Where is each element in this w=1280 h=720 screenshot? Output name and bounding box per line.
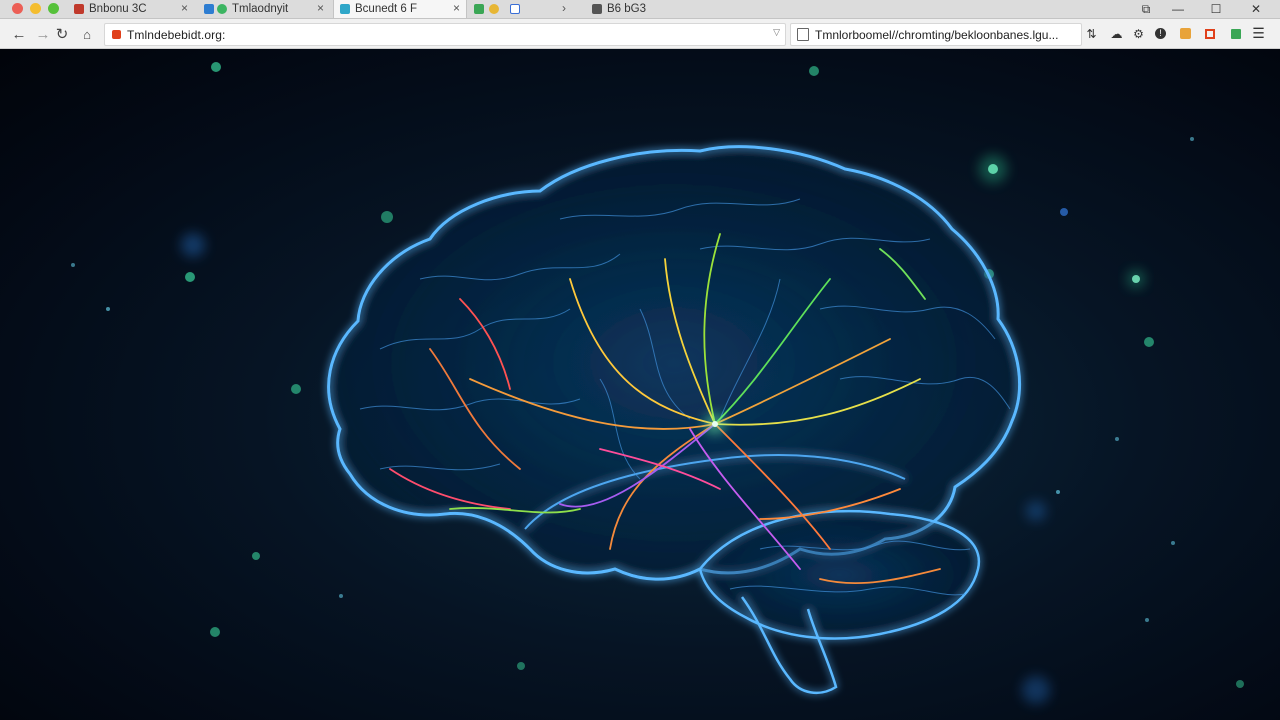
tab-label: Bcunedt 6 F bbox=[355, 3, 418, 15]
close-window-button[interactable] bbox=[12, 3, 23, 14]
extension-green-icon[interactable] bbox=[1227, 25, 1244, 42]
tab-favicon-icon bbox=[592, 4, 602, 14]
tab-label: Bnbonu 3C bbox=[89, 3, 147, 15]
brain-silhouette bbox=[327, 145, 1022, 695]
tab-label: B6 bG3 bbox=[607, 3, 646, 15]
extension-puzzle-icon[interactable] bbox=[1177, 25, 1194, 42]
extension-icon bbox=[489, 4, 499, 14]
browser-toolbar: ← → ↻ ⌂ Tmlndebebidt.org: ▽ Tmnlorboomel… bbox=[0, 19, 1280, 49]
forward-icon[interactable]: → bbox=[33, 24, 53, 44]
brain-icon bbox=[71, 62, 1244, 704]
tab-close-icon[interactable]: › bbox=[562, 1, 566, 15]
restore-icon[interactable]: ⧉ bbox=[1133, 0, 1159, 18]
tab-close-icon[interactable]: × bbox=[453, 1, 460, 15]
tab-5[interactable]: B6 bG3 bbox=[592, 0, 712, 18]
settings-gear-icon[interactable]: ⚙ bbox=[1130, 25, 1147, 42]
maximize-icon[interactable]: ☐ bbox=[1203, 0, 1229, 18]
tab-favicon-icon bbox=[474, 4, 484, 14]
dropdown-icon[interactable]: ▽ bbox=[773, 27, 780, 38]
tab-favicon-icon bbox=[74, 4, 84, 14]
tab-favicon-icon bbox=[204, 4, 214, 14]
cloud-icon[interactable]: ☁ bbox=[1108, 25, 1125, 42]
tab-label: Tmlaodnyit bbox=[232, 3, 289, 15]
minimize-window-button[interactable] bbox=[30, 3, 41, 14]
zoom-window-button[interactable] bbox=[48, 3, 59, 14]
translate-icon[interactable]: ⇅ bbox=[1083, 25, 1100, 42]
extension-icon bbox=[510, 4, 520, 14]
tab-strip: Bnbonu 3C × Tmlaodnyit × Bcunedt 6 F × ›… bbox=[0, 0, 1280, 19]
page-icon bbox=[797, 28, 809, 41]
reload-icon[interactable]: ↻ bbox=[52, 24, 72, 44]
minimize-icon[interactable]: — bbox=[1165, 0, 1191, 18]
site-favicon-icon bbox=[112, 30, 121, 39]
close-icon[interactable]: ✕ bbox=[1243, 0, 1269, 18]
tab-close-icon[interactable]: × bbox=[317, 1, 324, 15]
address-bar[interactable]: Tmlndebebidt.org: ▽ bbox=[104, 23, 786, 46]
secondary-address-field[interactable]: Tmnlorboomel//chromting/bekloonbanes.lgu… bbox=[790, 23, 1082, 46]
menu-icon[interactable]: ☰ bbox=[1250, 25, 1267, 42]
bookmark-icon[interactable] bbox=[1201, 25, 1218, 42]
tab-close-icon[interactable]: × bbox=[181, 1, 188, 15]
page-content bbox=[0, 49, 1280, 720]
back-icon[interactable]: ← bbox=[9, 24, 29, 44]
tab-2[interactable]: Tmlaodnyit × bbox=[204, 0, 330, 18]
whatsapp-icon bbox=[217, 4, 227, 14]
tab-3-active[interactable]: Bcunedt 6 F × bbox=[333, 0, 467, 18]
tab-4[interactable]: › bbox=[470, 0, 580, 18]
tab-favicon-icon bbox=[340, 4, 350, 14]
home-icon[interactable]: ⌂ bbox=[77, 24, 97, 44]
info-icon[interactable]: ! bbox=[1152, 25, 1169, 42]
address-url: Tmlndebebidt.org: bbox=[127, 27, 226, 42]
tab-1[interactable]: Bnbonu 3C × bbox=[74, 0, 194, 18]
secondary-url: Tmnlorboomel//chromting/bekloonbanes.lgu… bbox=[815, 27, 1059, 42]
